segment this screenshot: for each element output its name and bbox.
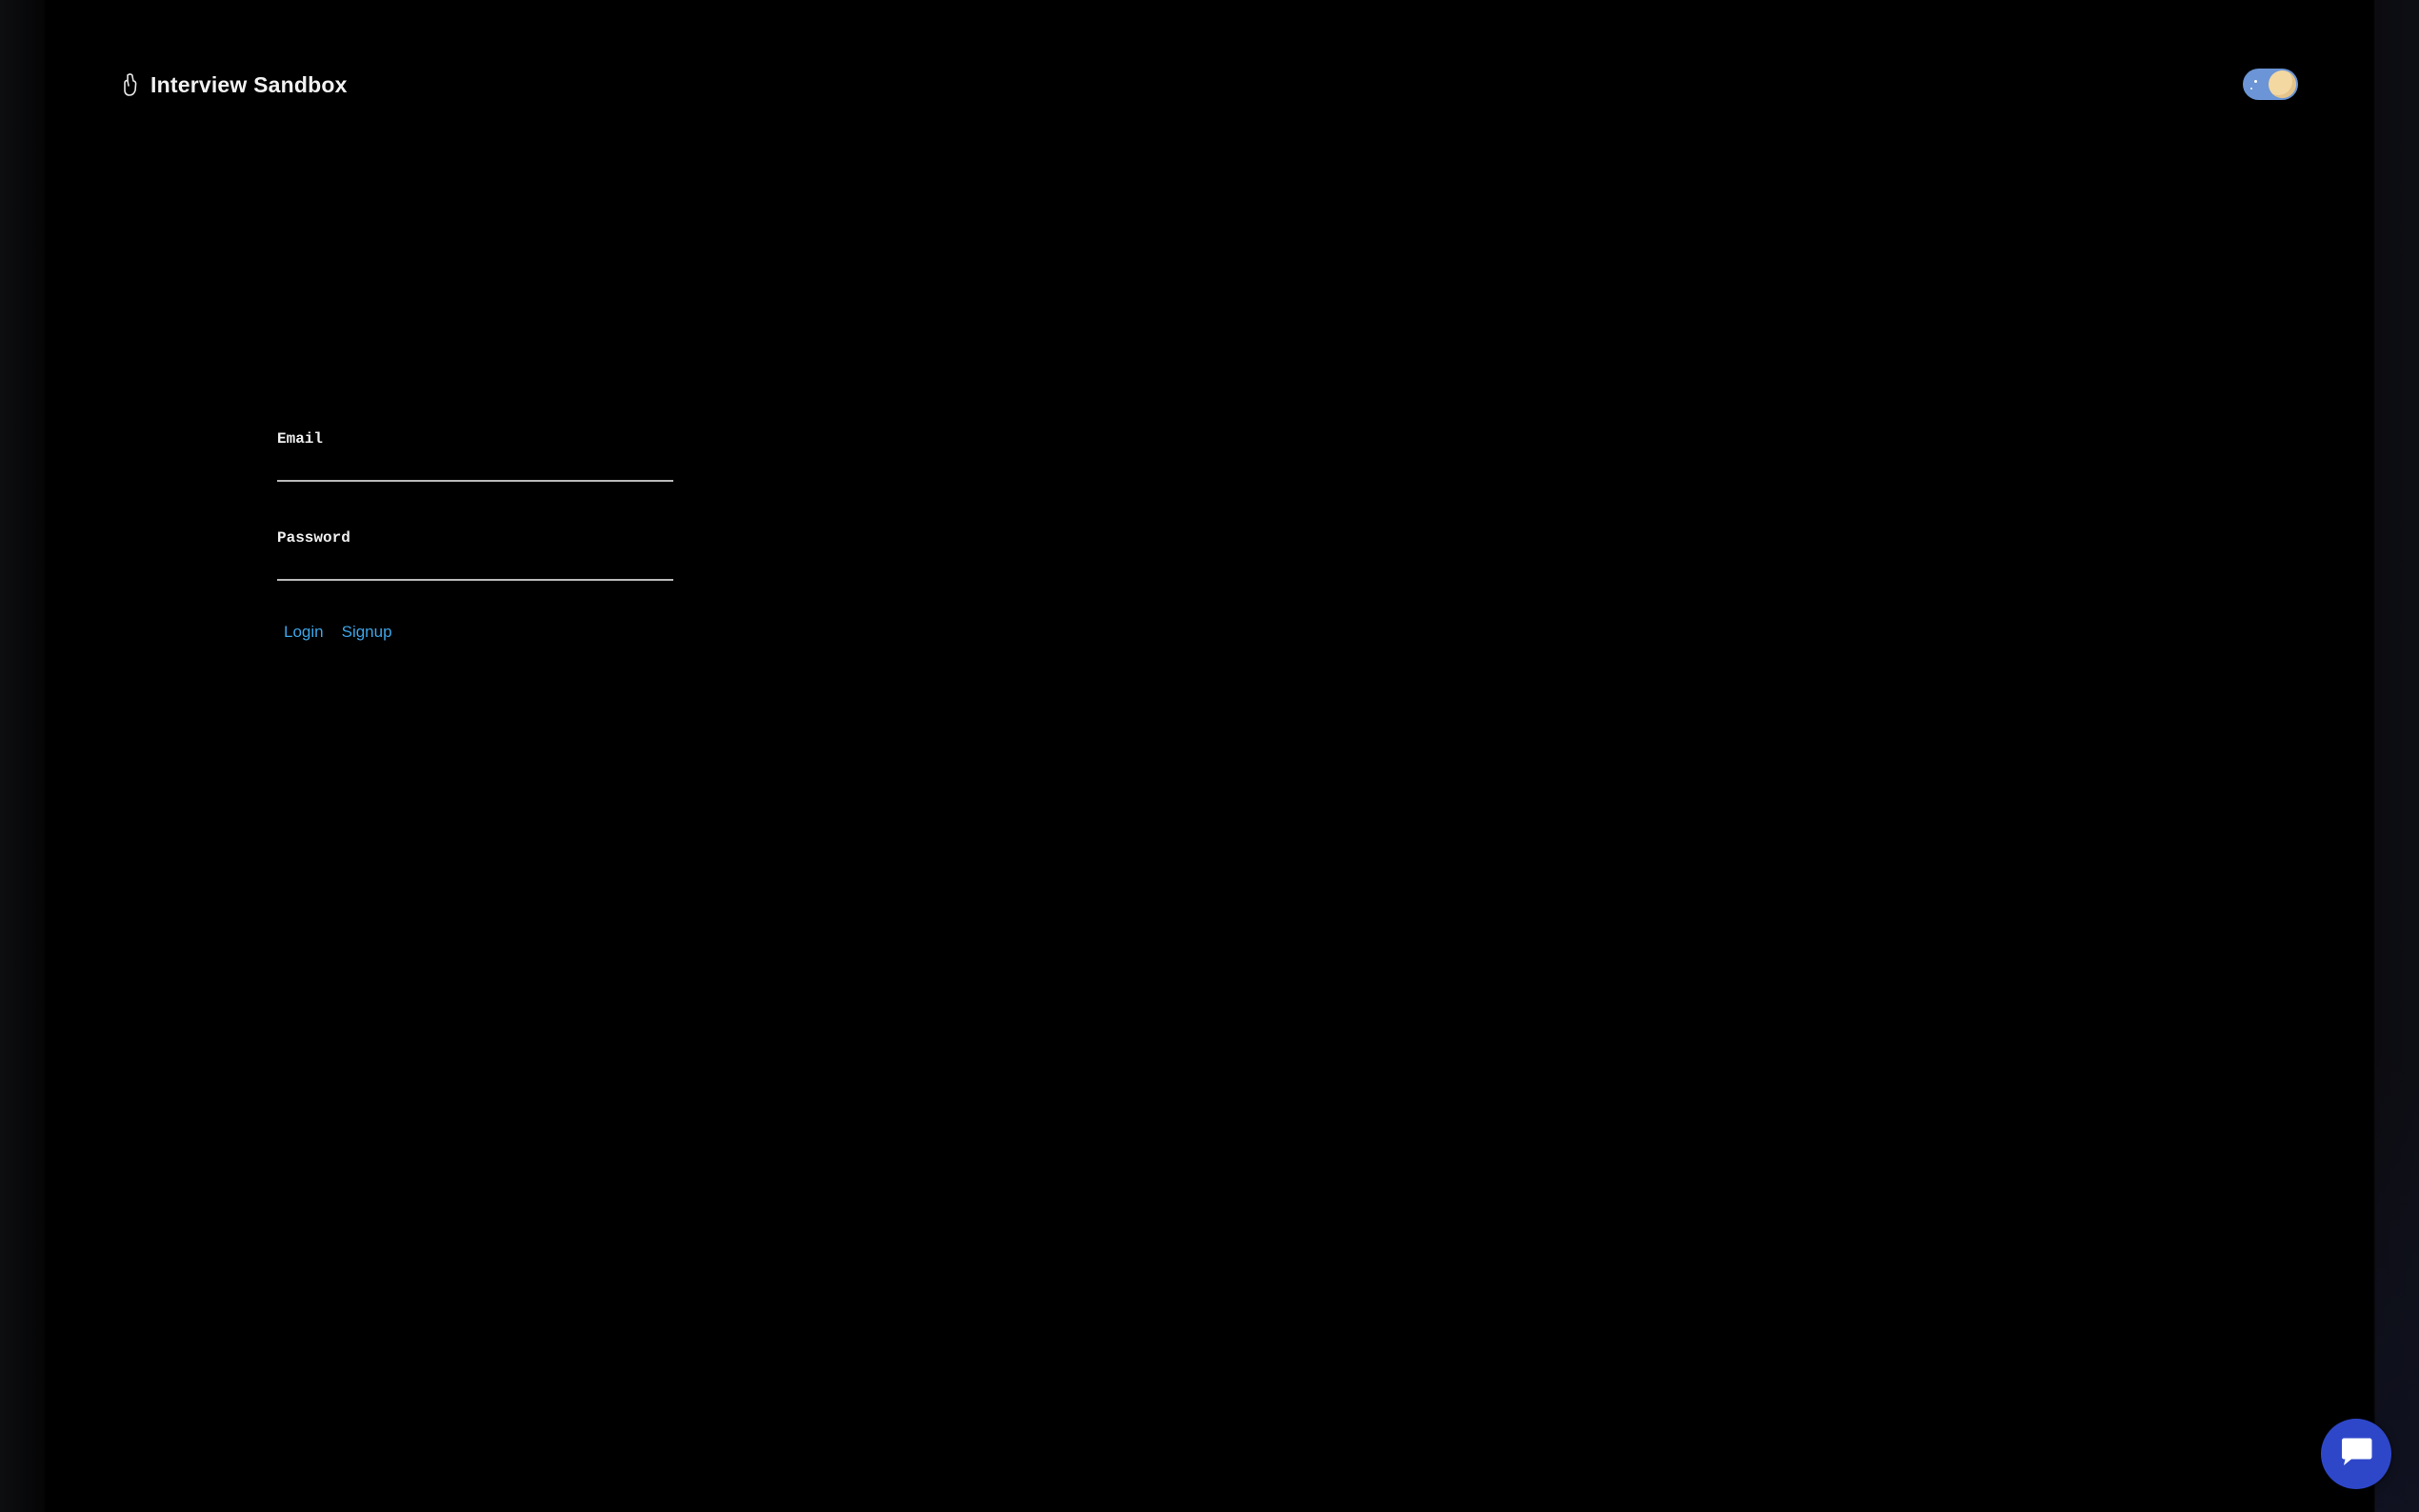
moon-icon — [2269, 70, 2296, 98]
hand-outline-icon — [120, 71, 141, 98]
signup-button[interactable]: Signup — [342, 623, 392, 642]
theme-toggle[interactable] — [2243, 69, 2298, 100]
browser-viewport: Interview Sandbox Email Password Login S… — [0, 0, 2419, 1512]
email-field-group: Email — [277, 430, 675, 482]
email-input[interactable] — [277, 453, 673, 482]
password-input[interactable] — [277, 552, 673, 581]
login-form: Email Password — [277, 430, 675, 628]
app-title: Interview Sandbox — [150, 71, 348, 97]
form-actions: Login Signup — [284, 623, 392, 642]
email-label: Email — [277, 430, 324, 448]
chat-button[interactable] — [2321, 1419, 2391, 1489]
password-field-group: Password — [277, 529, 675, 581]
login-button[interactable]: Login — [284, 623, 324, 642]
chat-bubble-icon — [2338, 1436, 2374, 1473]
app-page: Interview Sandbox Email Password Login S… — [46, 0, 2391, 1512]
app-header: Interview Sandbox — [120, 67, 348, 103]
password-label: Password — [277, 529, 350, 547]
star-icon — [2254, 80, 2257, 83]
star-icon — [2250, 88, 2252, 90]
